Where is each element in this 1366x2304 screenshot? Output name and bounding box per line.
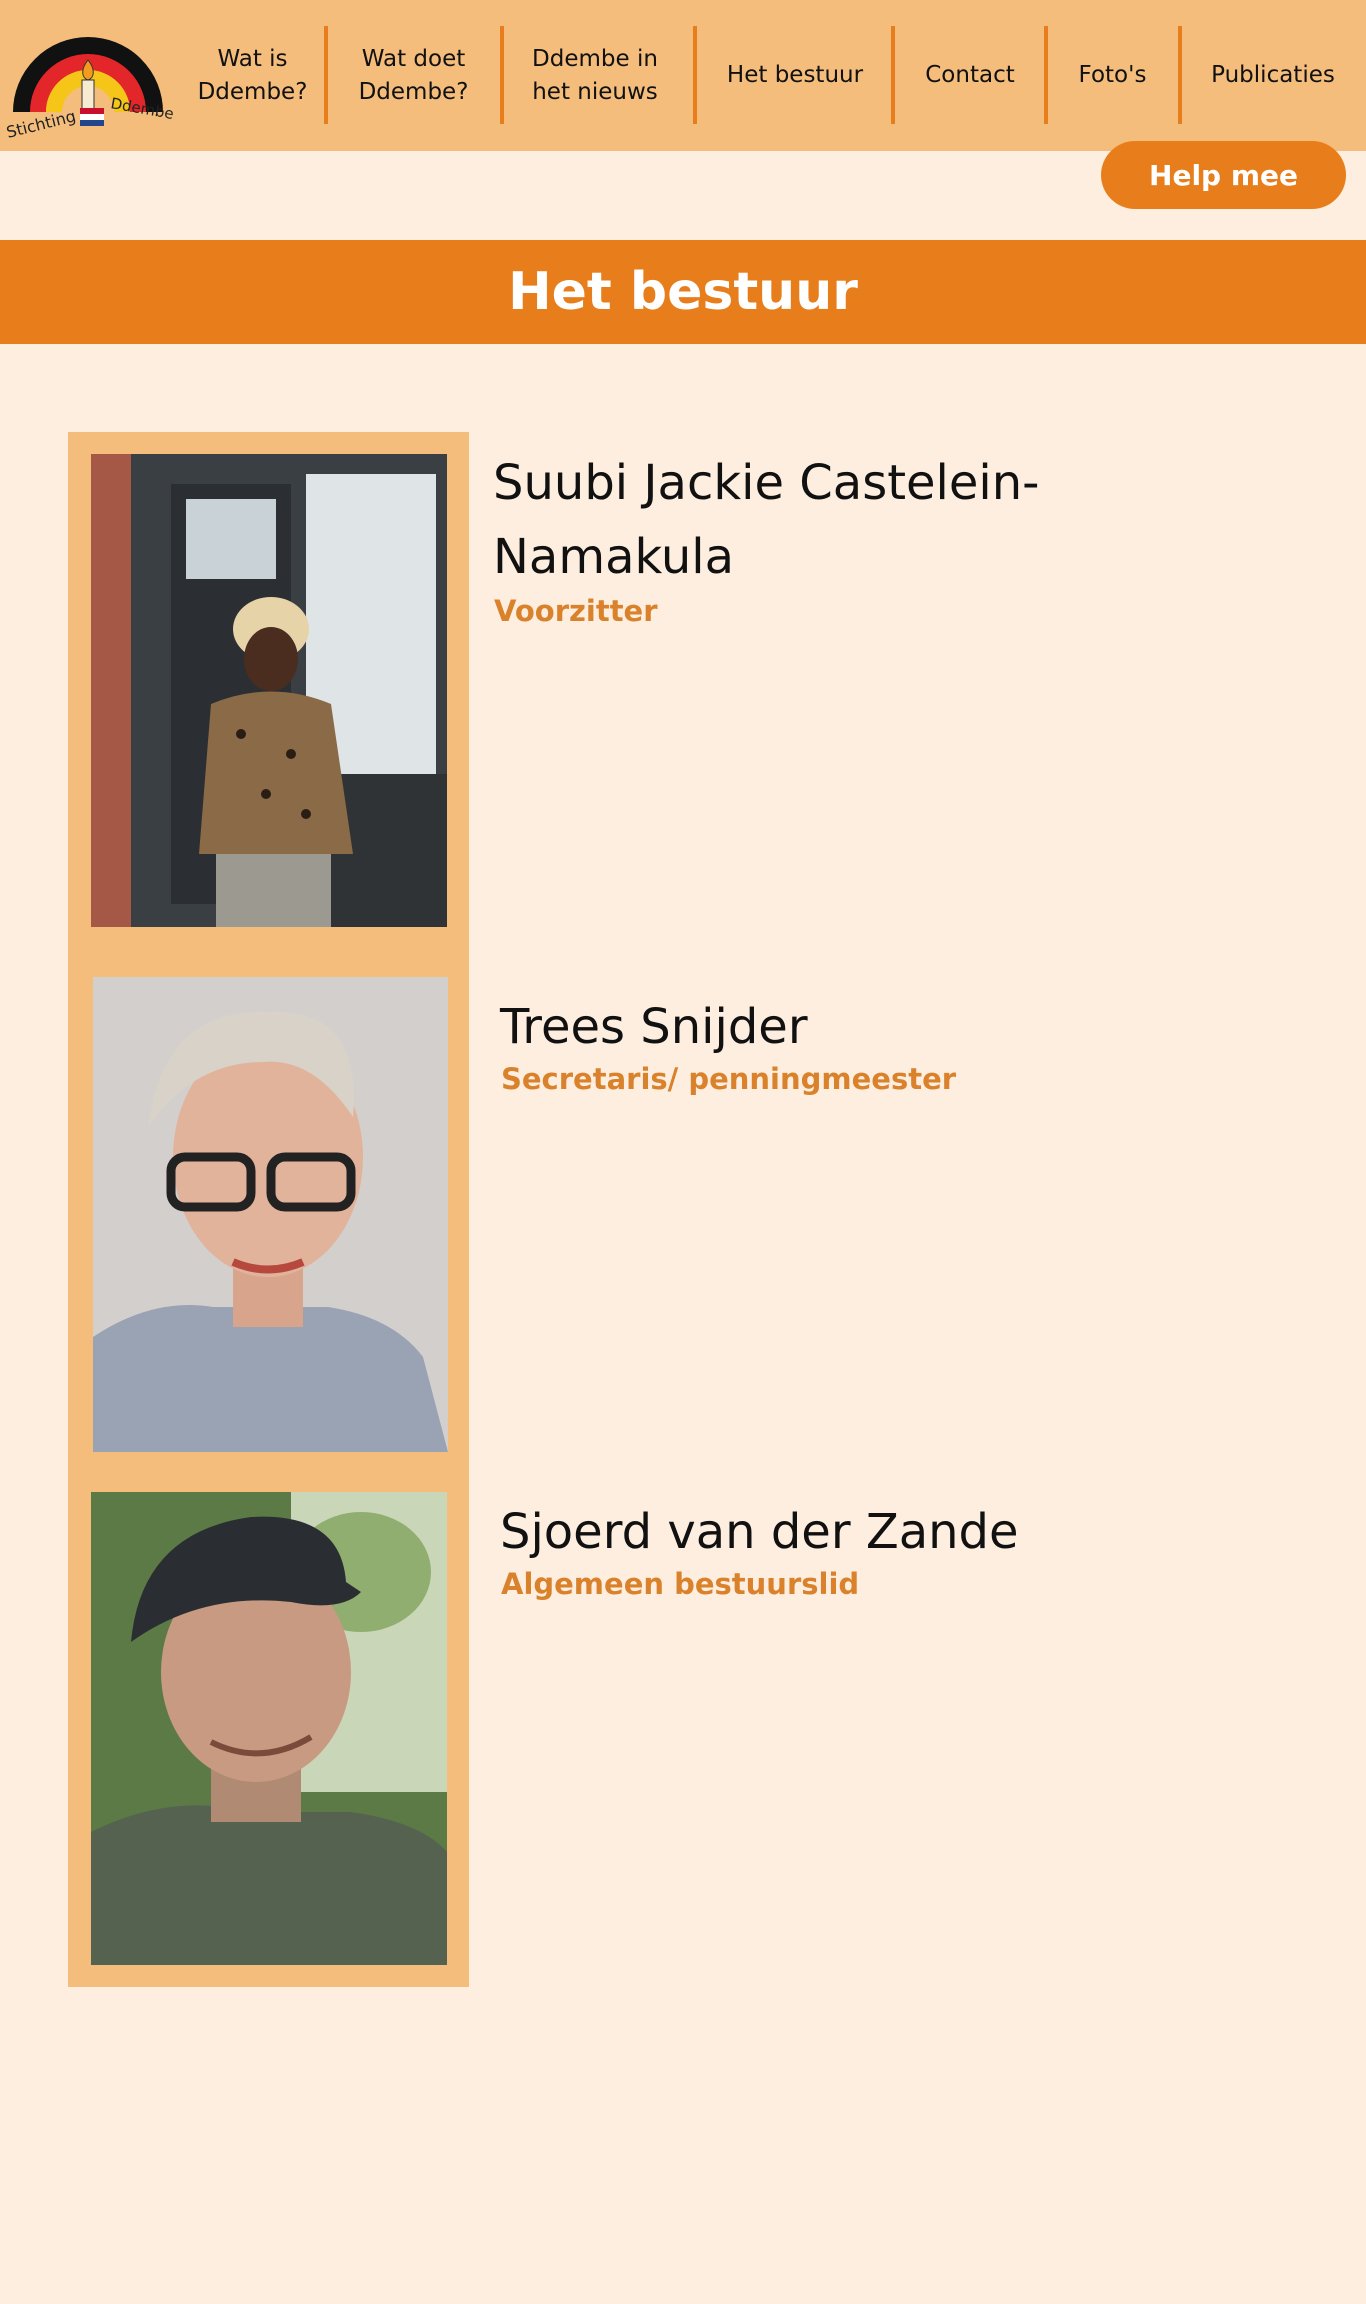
page-title: Het bestuur — [508, 262, 858, 322]
nav-separator — [1178, 26, 1182, 124]
stichting-ddembe-logo[interactable]: Stichting Ddembe — [4, 8, 176, 144]
nav-separator — [693, 26, 697, 124]
nav-separator — [324, 26, 328, 124]
nav-separator — [1044, 26, 1048, 124]
nav-item-het-bestuur[interactable]: Het bestuur — [700, 0, 890, 151]
member-photo-sjoerd — [91, 1492, 447, 1965]
member-role: Secretaris/ penningmeester — [501, 1062, 957, 1096]
nav-item-wat-doet-ddembe[interactable]: Wat doet Ddembe? — [336, 0, 491, 151]
nav-item-contact[interactable]: Contact — [900, 0, 1040, 151]
nav-item-publicaties[interactable]: Publicaties — [1190, 0, 1356, 151]
rainbow-candle-icon: Stichting Ddembe — [4, 37, 175, 142]
page-title-banner: Het bestuur — [0, 240, 1366, 344]
member-photo-trees — [93, 977, 448, 1452]
logo-text-ddembe: Ddembe — [109, 94, 175, 123]
nav-separator — [891, 26, 895, 124]
member-name: Sjoerd van der Zande — [500, 1504, 1019, 1560]
member-photo-suubi — [91, 454, 447, 927]
member-role: Voorzitter — [494, 594, 658, 628]
nav-separator — [500, 26, 504, 124]
nav-item-wat-is-ddembe[interactable]: Wat is Ddembe? — [180, 0, 325, 151]
member-name: Suubi Jackie Castelein-Namakula — [493, 455, 1040, 585]
nav-item-ddembe-in-het-nieuws[interactable]: Ddembe in het nieuws — [515, 0, 675, 151]
help-mee-button[interactable]: Help mee — [1101, 141, 1346, 209]
site-header: Stichting Ddembe Wat is Ddembe? Wat doet… — [0, 0, 1366, 151]
member-name: Trees Snijder — [500, 999, 808, 1055]
member-role: Algemeen bestuurslid — [501, 1567, 860, 1601]
nav-item-fotos[interactable]: Foto's — [1050, 0, 1175, 151]
